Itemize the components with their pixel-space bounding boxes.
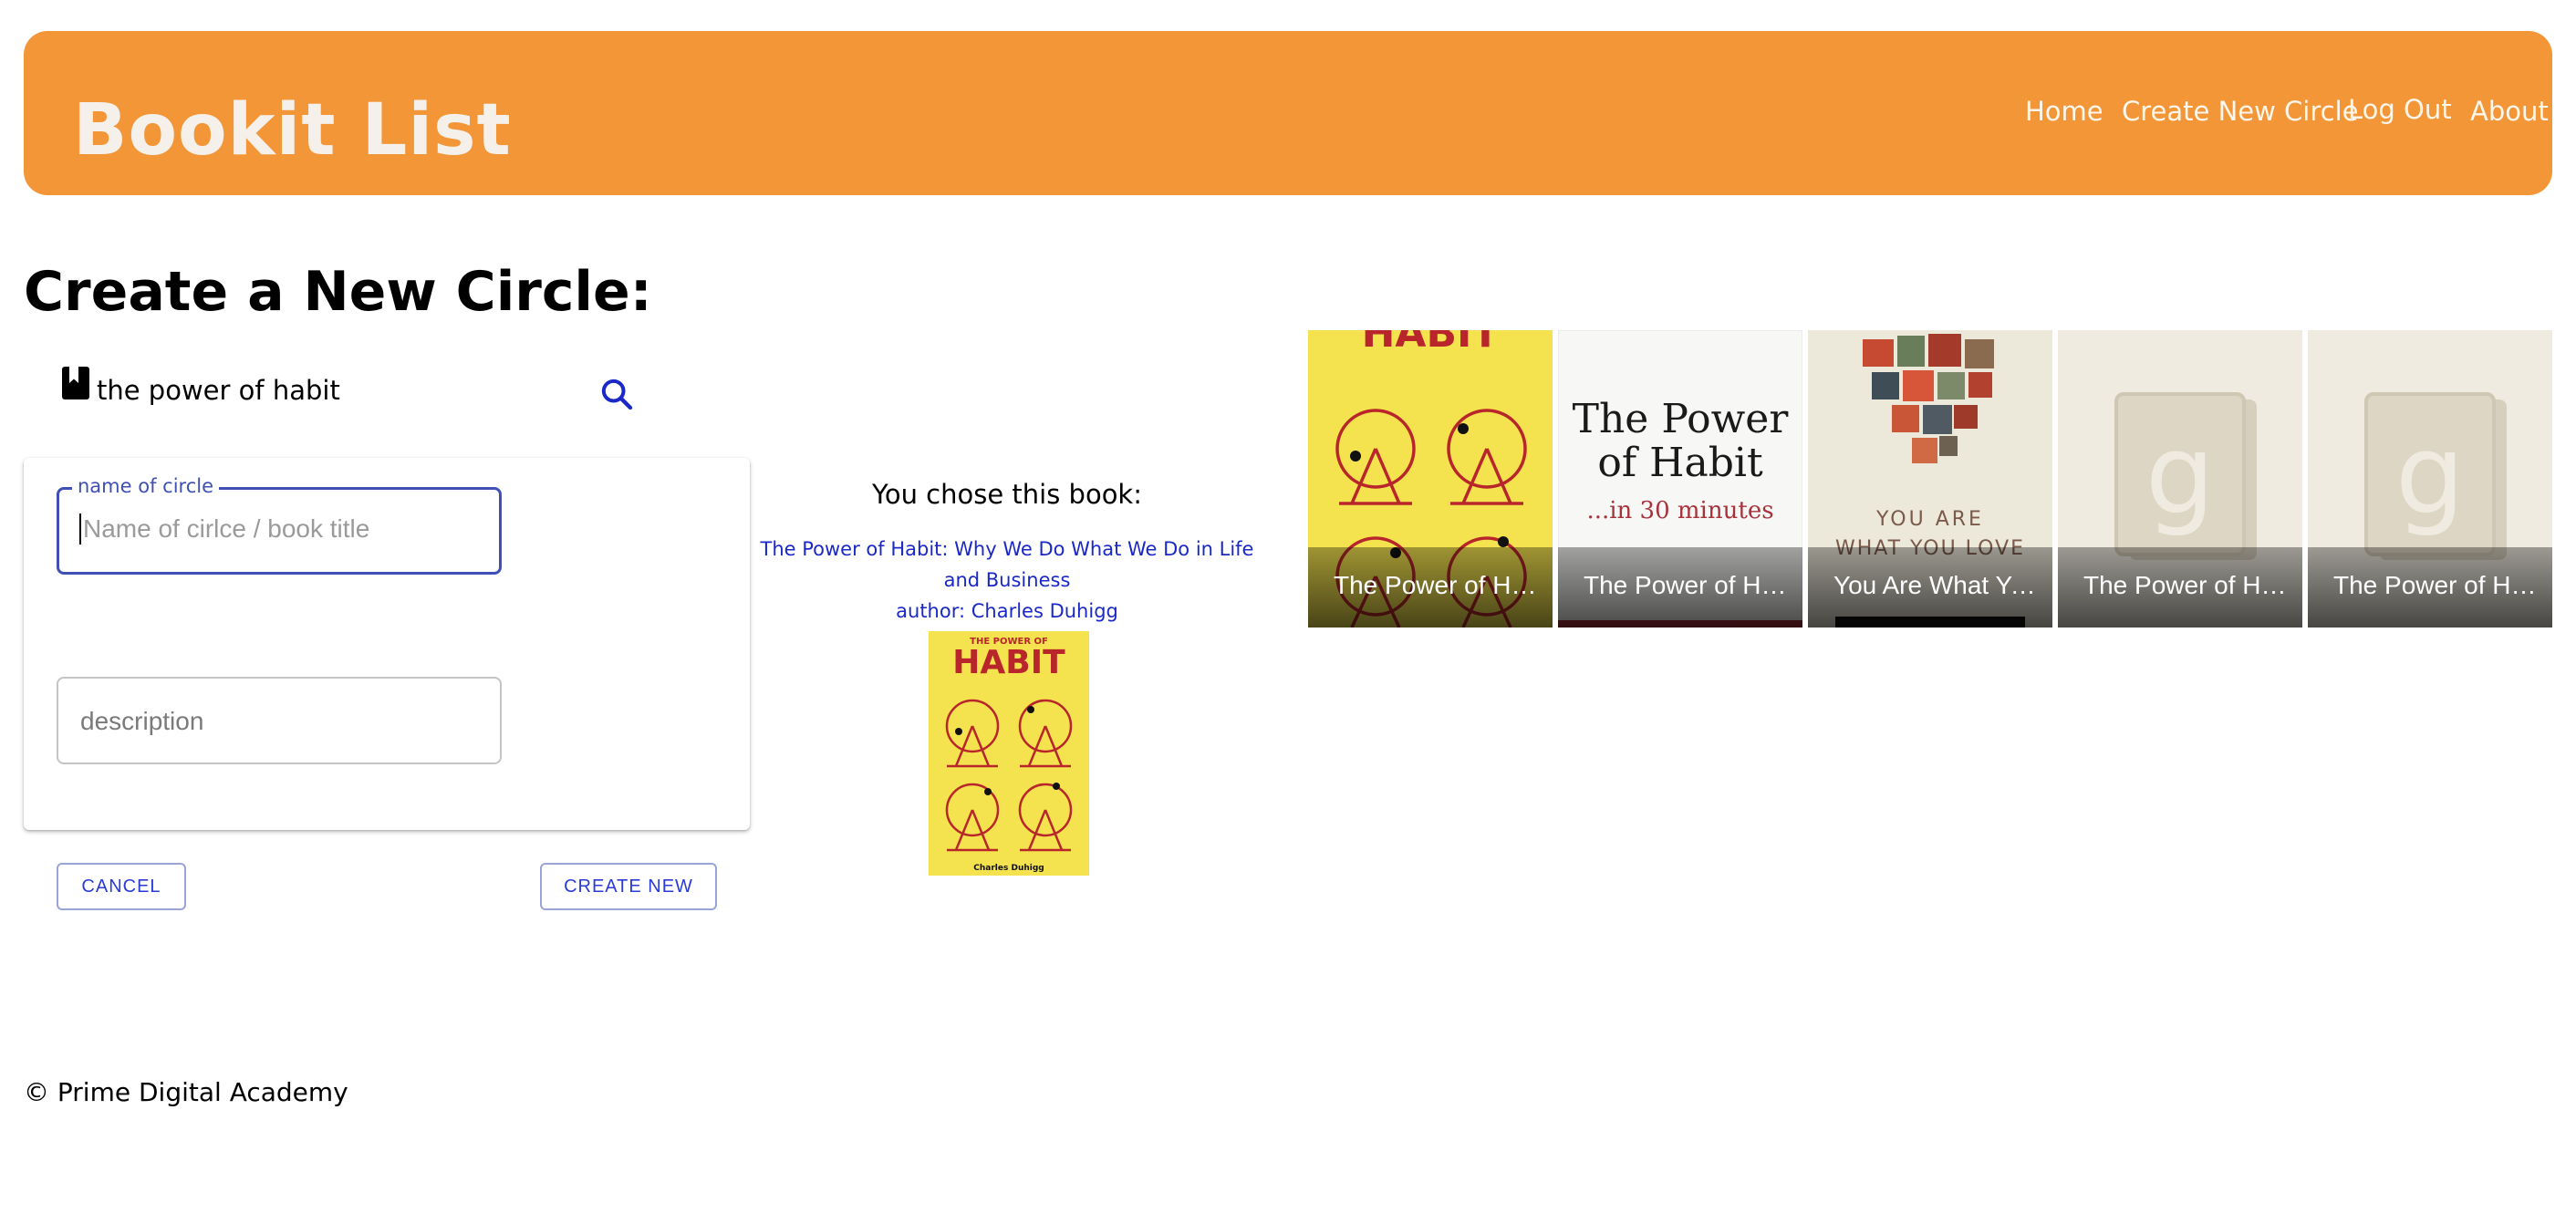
svg-text:g: g — [2395, 412, 2465, 539]
chosen-book-cover: THE POWER OF HABIT Charles Duhigg — [929, 631, 1089, 876]
chosen-book-author: author: Charles Duhigg — [896, 600, 1118, 622]
svg-text:g: g — [2145, 412, 2215, 539]
svg-text:of Habit: of Habit — [1597, 440, 1763, 486]
chosen-book-title[interactable]: The Power of Habit: Why We Do What We Do… — [752, 534, 1262, 596]
create-new-button[interactable]: CREATE NEW — [540, 863, 717, 910]
chosen-book-heading: You chose this book: — [871, 479, 1143, 510]
footer-copyright: © Prime Digital Academy — [24, 1077, 348, 1107]
name-of-circle-label: name of circle — [72, 475, 219, 499]
svg-text:YOU ARE: YOU ARE — [1875, 508, 1984, 531]
nav-log-out[interactable]: Log Out — [2348, 97, 2452, 123]
nav-home[interactable]: Home — [2025, 99, 2103, 125]
name-of-circle-field: name of circle — [57, 475, 502, 575]
svg-text:...in 30 minutes: ...in 30 minutes — [1586, 497, 1773, 524]
page-title: Create a New Circle: — [24, 260, 652, 325]
name-of-circle-input[interactable] — [79, 513, 486, 545]
result-tile[interactable]: HABIT The Power of Habit — [1308, 330, 1553, 628]
result-title: The Power of Habit — [1334, 571, 1538, 599]
app-header: Bookit List Home Create New Circle Log O… — [24, 31, 2552, 195]
description-input[interactable] — [78, 706, 483, 737]
search-query[interactable]: the power of habit — [97, 378, 340, 404]
svg-text:The Power: The Power — [1573, 396, 1790, 442]
result-tile[interactable]: YOU ARE WHAT YOU LOVE You Are What You L… — [1808, 330, 2052, 628]
cancel-button[interactable]: CANCEL — [57, 863, 186, 910]
svg-text:Charles Duhigg: Charles Duhigg — [973, 864, 1044, 873]
search-icon[interactable] — [598, 376, 635, 412]
nav-create-new-circle[interactable]: Create New Circle — [2122, 99, 2359, 125]
result-title: The Power of Habit: ...in 30 minutes — [1584, 571, 1788, 599]
chosen-book: You chose this book: The Power of Habit:… — [752, 482, 1262, 627]
result-title: The Power of Habit — [2083, 571, 2288, 599]
result-tile[interactable]: g The Power of Habit — [2058, 330, 2302, 628]
book-icon — [62, 367, 89, 399]
result-tile[interactable]: g The Power of Habit — [2308, 330, 2552, 628]
book-search: the power of habit — [60, 363, 644, 421]
result-title: You Are What You Love — [1833, 571, 2038, 599]
nav-about[interactable]: About — [2470, 99, 2549, 125]
search-results-carousel: HABIT The Power of Habit The Power of Ha… — [1308, 330, 2552, 628]
result-tile[interactable]: The Power of Habit ...in 30 minutes The … — [1558, 330, 1802, 628]
result-title: The Power of Habit — [2333, 571, 2538, 599]
description-field — [57, 677, 502, 764]
circle-form: name of circle — [24, 458, 750, 830]
app-brand[interactable]: Bookit List — [73, 95, 512, 166]
svg-text:HABIT: HABIT — [952, 644, 1065, 681]
svg-text:HABIT: HABIT — [1362, 330, 1500, 357]
